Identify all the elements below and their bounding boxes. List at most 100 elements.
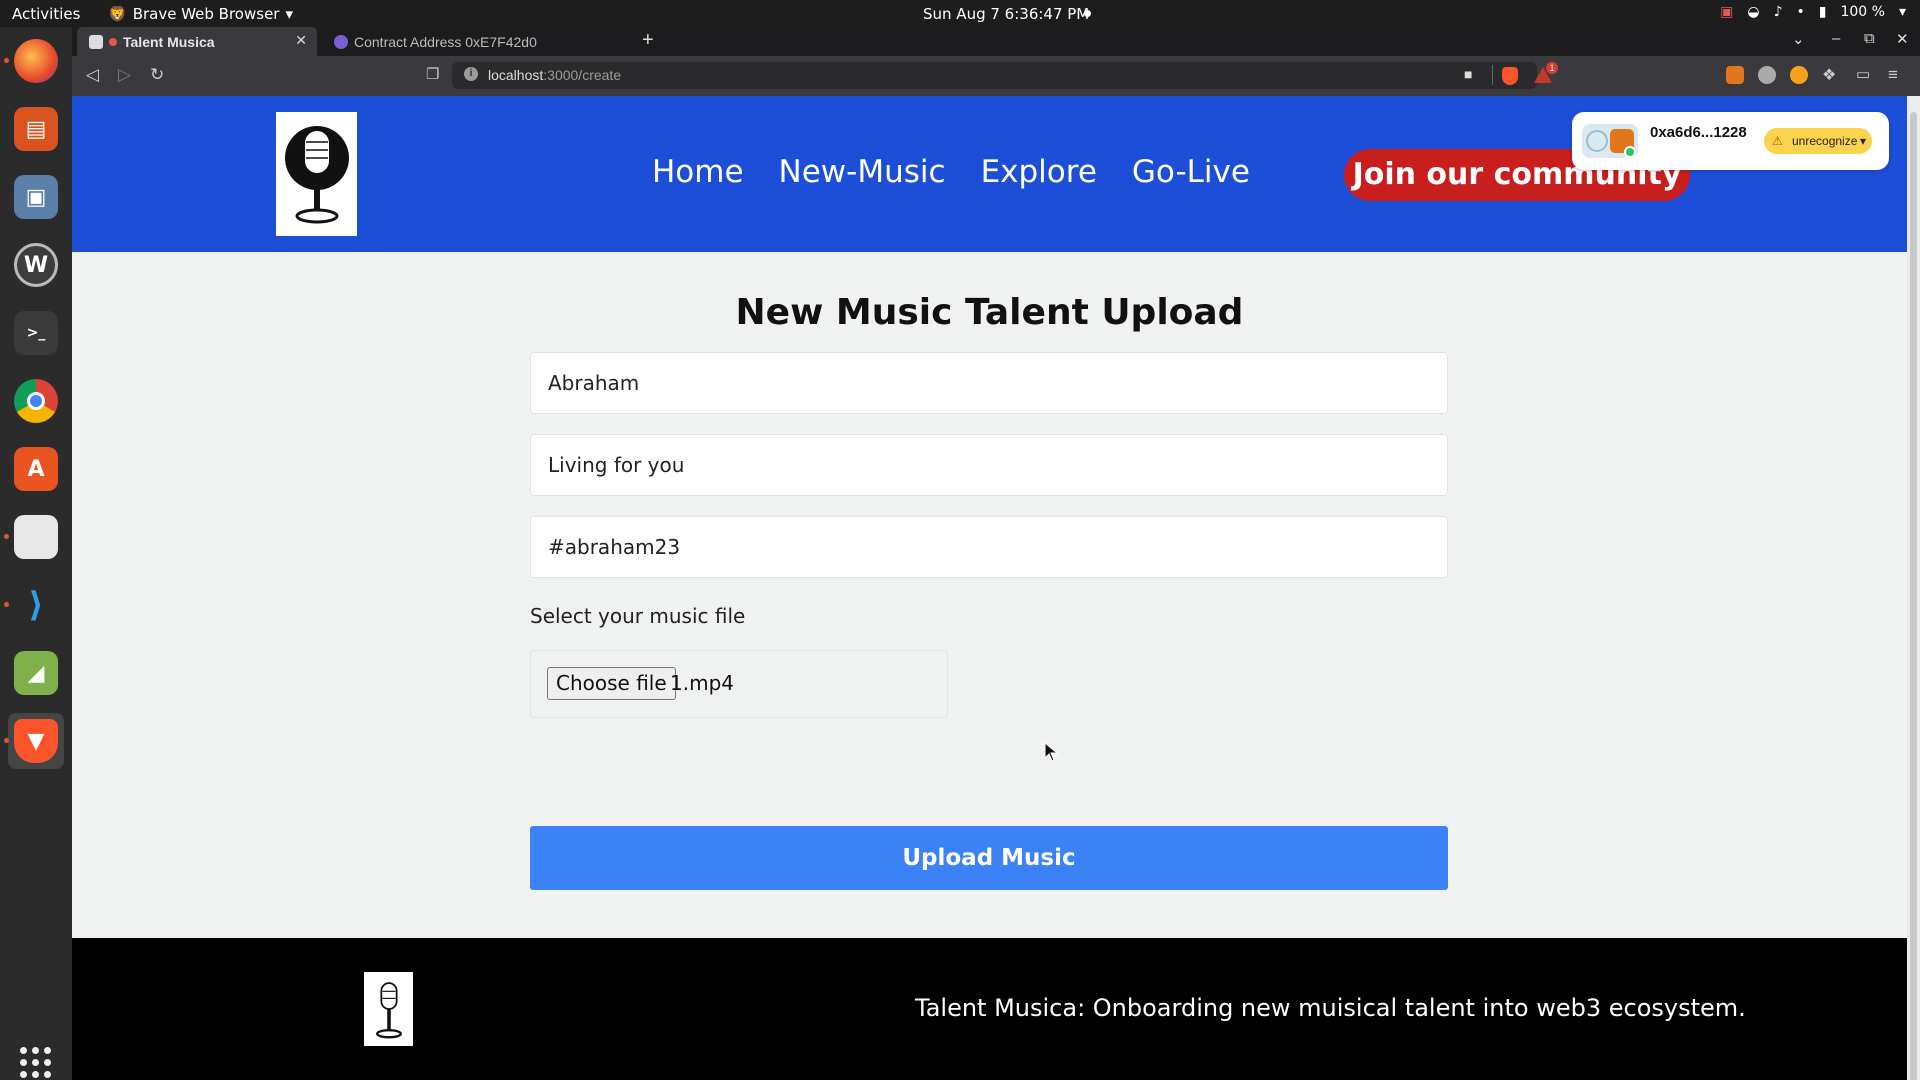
dock-files[interactable]: [4, 509, 64, 565]
site-logo[interactable]: [276, 112, 357, 236]
page-viewport: Home New-Music Explore Go-Live Join our …: [72, 96, 1907, 1080]
dock-chrome[interactable]: [8, 373, 64, 429]
coin-extension-icon[interactable]: [1790, 66, 1808, 84]
firefox-icon: [14, 39, 58, 83]
react-logo-icon: [1586, 130, 1608, 152]
files-icon: [14, 515, 58, 559]
tab-talent-musica[interactable]: Talent Musica ✕: [77, 27, 317, 56]
footer-tagline: Talent Musica: Onboarding new muisical t…: [915, 994, 1746, 1022]
wallet-address: 0xa6d6...1228: [1650, 124, 1747, 141]
app-center-icon: A: [14, 447, 58, 491]
tab-title: Contract Address 0xE7F42d0: [354, 33, 537, 50]
file-input-label: Select your music file: [530, 604, 746, 628]
wallet-avatar: [1582, 124, 1638, 158]
tab-favicon-icon: [89, 34, 103, 49]
close-icon[interactable]: ✕: [295, 32, 307, 49]
nav-home[interactable]: Home: [652, 154, 744, 190]
site-footer: Talent Musica: Onboarding new muisical t…: [72, 938, 1907, 1080]
choose-file-button[interactable]: Choose file: [547, 667, 676, 700]
scrollbar-thumb[interactable]: [1910, 112, 1917, 1080]
chevron-down-icon: ▾: [1859, 134, 1866, 148]
activities-button[interactable]: Activities: [12, 5, 80, 23]
file-input[interactable]: Choose file 1.mp4: [530, 650, 948, 718]
dock-image-viewer[interactable]: ◢: [8, 645, 64, 701]
site-header: Home New-Music Explore Go-Live Join our …: [72, 96, 1907, 252]
minimize-icon[interactable]: –: [1832, 30, 1840, 47]
artist-name-input[interactable]: Abraham: [530, 352, 1448, 414]
site-info-icon[interactable]: i: [464, 67, 478, 81]
extensions-puzzle-icon[interactable]: ❖: [1822, 65, 1836, 85]
microphone-logo-icon: [375, 982, 402, 1039]
url-text: localhost:3000/create: [488, 67, 622, 83]
brave-shields-icon[interactable]: [1502, 67, 1518, 85]
selected-file-name: 1.mp4: [670, 671, 734, 695]
tag-input[interactable]: #abraham23: [530, 516, 1448, 578]
battery-icon: ▮: [1818, 4, 1827, 20]
extension-icon[interactable]: [1758, 66, 1776, 84]
running-indicator: [4, 602, 9, 607]
wallet-connect-widget[interactable]: 0xa6d6...1228 ⚠ unrecognize ▾: [1572, 112, 1889, 170]
dock: ▤ ▣ W >_ A ⟩ ◢ ▼: [0, 27, 72, 1080]
nav-explore[interactable]: Explore: [981, 154, 1097, 190]
system-tray[interactable]: ▣ ◒ ♪ • ▮ 100 % ▾: [1720, 4, 1906, 20]
tab-list-chevron-icon[interactable]: ⌄: [1792, 30, 1805, 48]
window-close-icon[interactable]: ✕: [1896, 30, 1909, 48]
reload-icon[interactable]: ↻: [150, 65, 164, 85]
forward-icon[interactable]: ▷: [118, 65, 131, 85]
menu-icon[interactable]: ≡: [1888, 65, 1898, 85]
brave-icon: ▼: [14, 719, 58, 763]
warning-icon: ⚠: [1772, 134, 1783, 148]
nav-go-live[interactable]: Go-Live: [1132, 154, 1250, 190]
tab-contract-address[interactable]: Contract Address 0xE7F42d0: [322, 27, 627, 56]
metamask-extension-icon[interactable]: [1726, 66, 1744, 84]
recording-indicator-icon: [109, 37, 117, 46]
restore-icon[interactable]: ⧉: [1864, 30, 1875, 47]
dock-webstorm[interactable]: W: [8, 237, 64, 293]
clock[interactable]: Sun Aug 7 6:36:47 PM: [923, 5, 1089, 23]
network-selector[interactable]: ⚠ unrecognize ▾: [1764, 128, 1872, 154]
app-menu[interactable]: 🦁 Brave Web Browser ▾: [108, 5, 293, 23]
dock-impress[interactable]: ▤: [8, 101, 64, 157]
browser-tab-bar: Talent Musica ✕ Contract Address 0xE7F42…: [72, 27, 1920, 56]
screenshot-icon: ▣: [14, 175, 58, 219]
dock-brave[interactable]: ▼: [4, 713, 64, 769]
page-scrollbar[interactable]: [1907, 96, 1920, 1080]
camera-icon[interactable]: ■: [1464, 66, 1472, 82]
tab-favicon-icon: [334, 34, 348, 49]
page-title: New Music Talent Upload: [735, 292, 1244, 333]
notification-badge: 1: [1546, 62, 1558, 74]
screen-share-icon: ▣: [1720, 4, 1734, 20]
nav-new-music[interactable]: New-Music: [779, 154, 946, 190]
divider: [1492, 65, 1493, 85]
show-apps-grid-icon[interactable]: [20, 1047, 52, 1079]
impress-icon: ▤: [14, 107, 58, 151]
dock-firefox[interactable]: [4, 33, 64, 89]
vscode-icon: ⟩: [14, 583, 58, 627]
dock-terminal[interactable]: >_: [8, 305, 64, 361]
wallet-icon[interactable]: ▭: [1856, 65, 1870, 83]
system-top-bar: Activities 🦁 Brave Web Browser ▾ Sun Aug…: [0, 0, 1920, 27]
microphone-icon: •: [1796, 4, 1805, 20]
running-indicator: [4, 534, 9, 539]
dock-vscode[interactable]: ⟩: [4, 577, 64, 633]
bookmark-icon[interactable]: ❐: [426, 65, 439, 83]
tab-title: Talent Musica: [123, 33, 215, 50]
chrome-icon: [14, 379, 58, 423]
new-tab-icon[interactable]: +: [642, 29, 654, 52]
wifi-icon: ◒: [1747, 4, 1760, 20]
dock-screenshot[interactable]: ▣: [8, 169, 64, 225]
mouse-pointer-icon: [1044, 742, 1058, 762]
microphone-logo-icon: [284, 126, 349, 224]
volume-icon: ♪: [1773, 4, 1783, 20]
network-name: unrecognize: [1792, 134, 1858, 148]
address-bar[interactable]: i localhost:3000/create ■ 1: [452, 62, 1558, 89]
connected-check-icon: [1624, 146, 1636, 158]
back-icon[interactable]: ◁: [86, 65, 99, 85]
footer-logo[interactable]: [364, 972, 413, 1046]
upload-music-button[interactable]: Upload Music: [530, 826, 1448, 890]
running-indicator: [4, 58, 9, 63]
brave-lion-icon: 🦁: [108, 5, 127, 23]
browser-toolbar: ◁ ▷ ↻ ❐ i localhost:3000/create ■ 1 ❖ ▭ …: [72, 56, 1920, 96]
dock-app-center[interactable]: A: [8, 441, 64, 497]
song-title-input[interactable]: Living for you: [530, 434, 1448, 496]
